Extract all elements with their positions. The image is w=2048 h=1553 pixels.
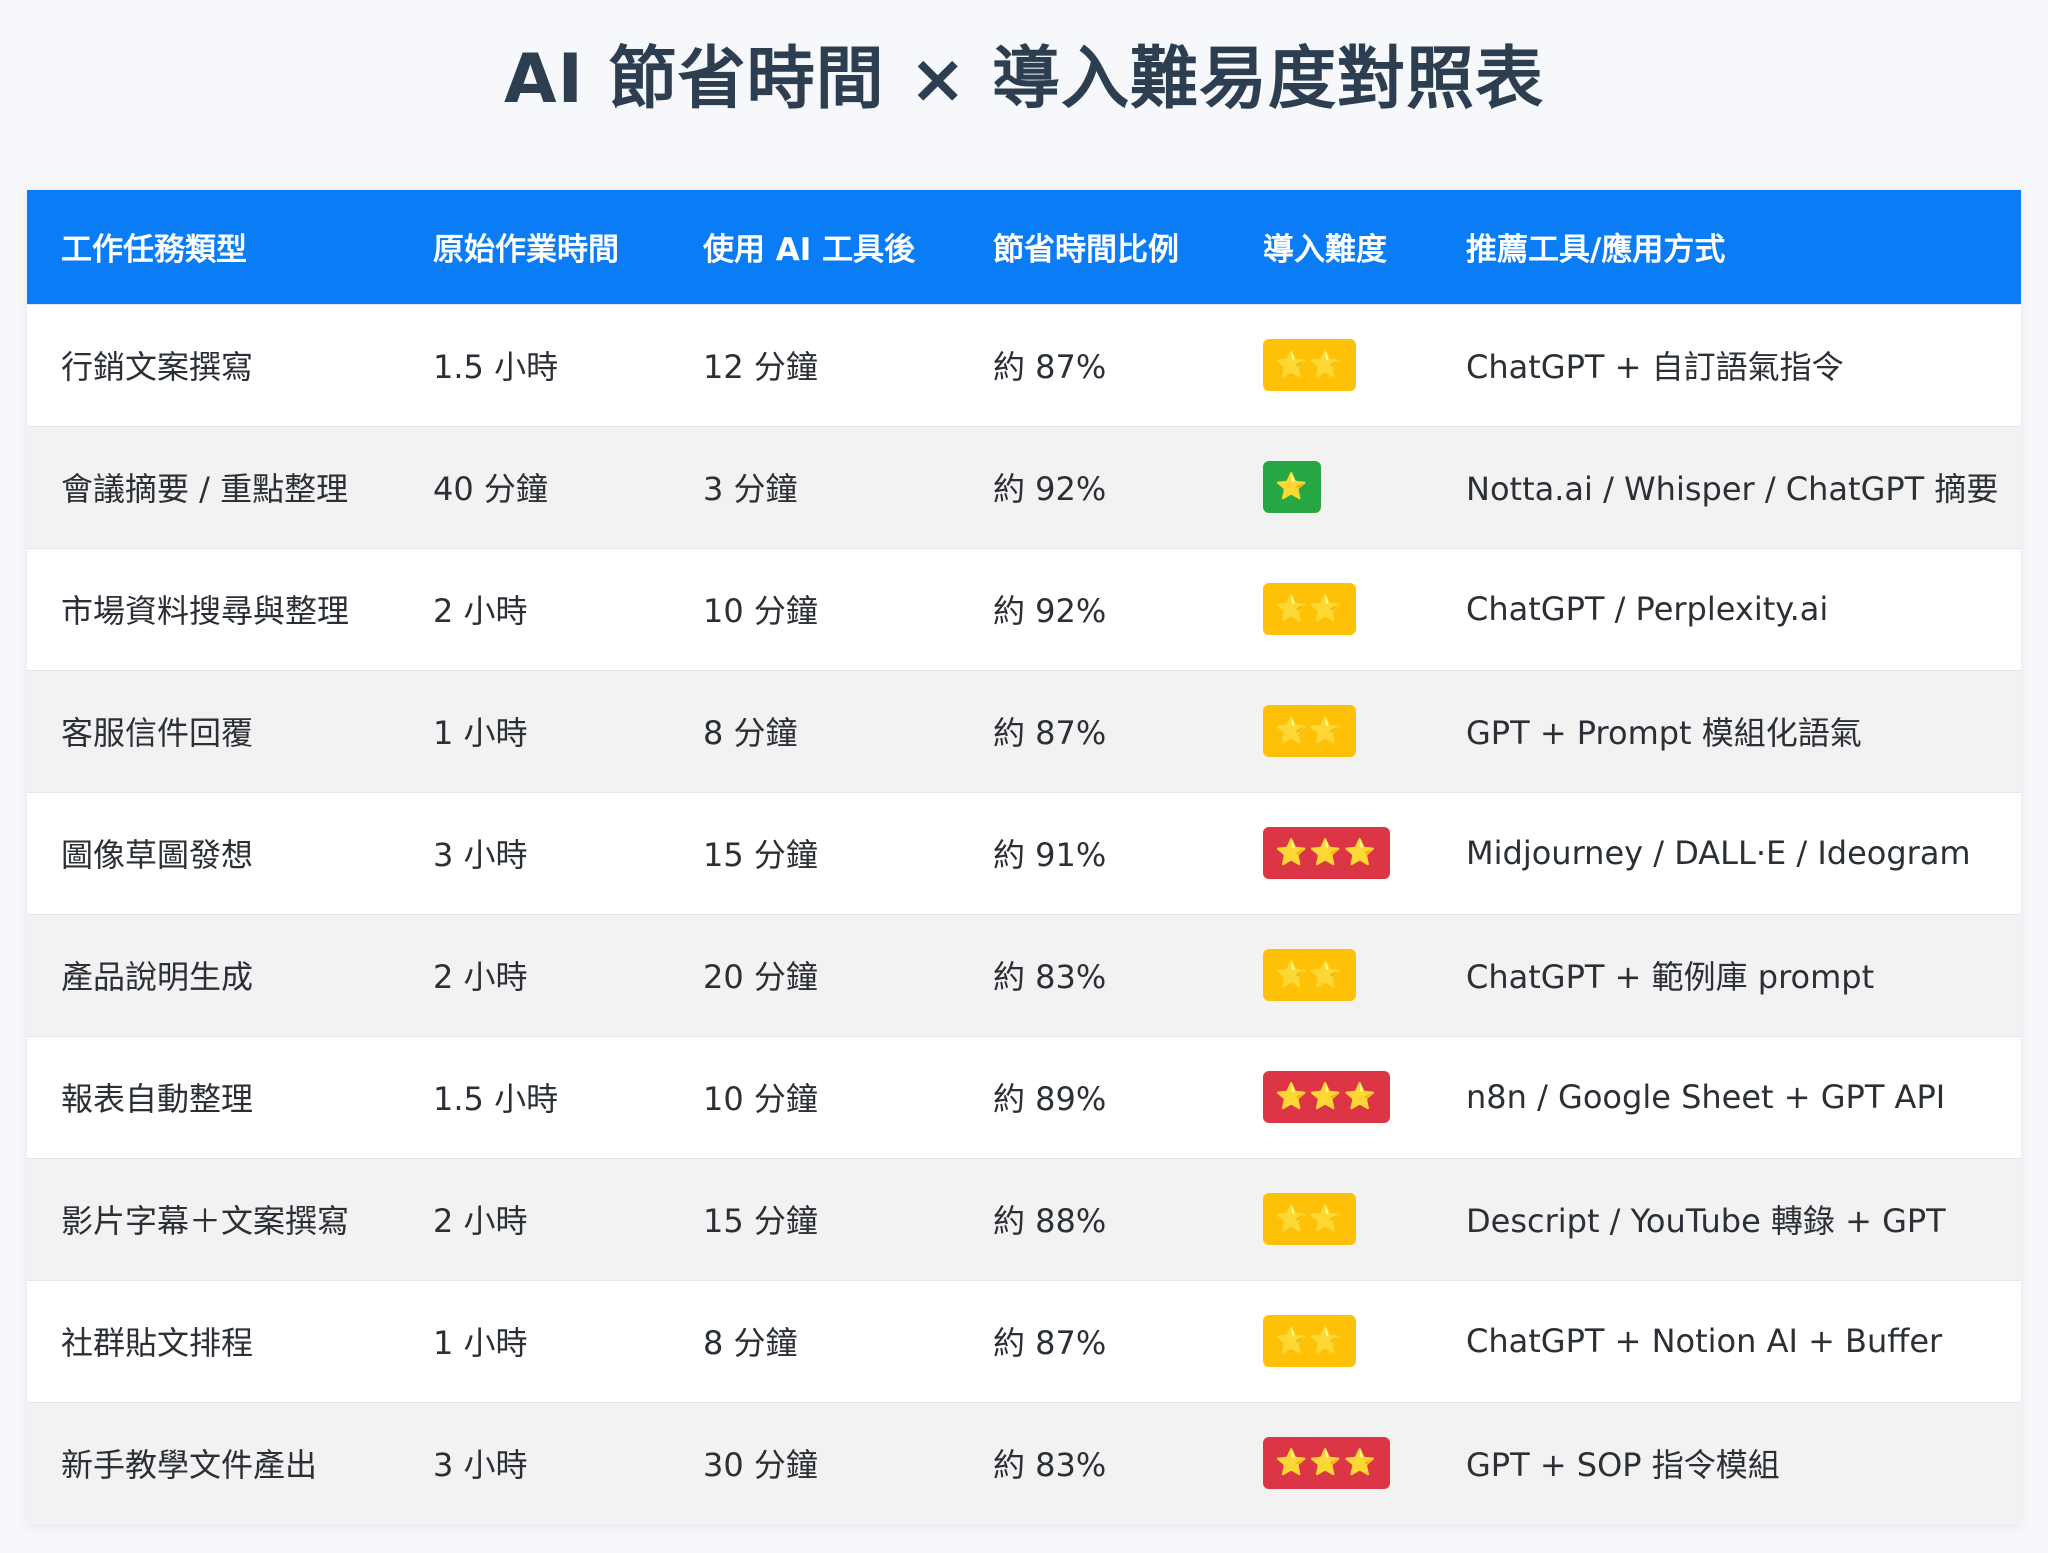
- table-row: 客服信件回覆 1 小時 8 分鐘 約 87% ⭐⭐ GPT + Prompt 模組化語氣: [27, 670, 2021, 792]
- difficulty-badge: ⭐⭐⭐: [1263, 1071, 1391, 1123]
- task-cell: 影片字幕＋文案撰寫: [61, 1202, 350, 1240]
- difficulty-badge: ⭐⭐: [1263, 949, 1356, 1001]
- header-saving-ratio: 節省時間比例: [993, 232, 1179, 269]
- difficulty-badge: ⭐⭐⭐: [1263, 1437, 1391, 1490]
- saving-ratio-cell: 約 92%: [993, 592, 1107, 630]
- after-ai-cell: 20 分鐘: [703, 958, 818, 996]
- table-row: 市場資料搜尋與整理 2 小時 10 分鐘 約 92% ⭐⭐ ChatGPT / Perpl…: [27, 548, 2021, 670]
- saving-ratio-cell: 約 87%: [993, 714, 1107, 752]
- difficulty-cell: ⭐⭐⭐: [1229, 792, 1432, 914]
- table-header: 工作任務類型 原始作業時間 使用 AI 工具後 節省時間比例 導入難度 推薦工具…: [27, 190, 2021, 304]
- task-cell: 圖像草圖發想: [61, 836, 254, 874]
- tools-cell: n8n / Google Sheet + GPT API: [1466, 1078, 1946, 1116]
- original-time-cell: 2 小時: [433, 958, 528, 996]
- tools-cell: ChatGPT + 自訂語氣指令: [1466, 348, 1844, 386]
- difficulty-cell: ⭐⭐: [1229, 670, 1432, 792]
- saving-ratio-cell: 約 83%: [993, 958, 1107, 996]
- tools-cell: ChatGPT + 範例庫 prompt: [1466, 958, 1875, 996]
- tools-cell: GPT + Prompt 模組化語氣: [1466, 714, 1862, 752]
- after-ai-cell: 15 分鐘: [703, 1202, 818, 1240]
- table-row: 社群貼文排程 1 小時 8 分鐘 約 87% ⭐⭐ ChatGPT + Notion AI…: [27, 1280, 2021, 1402]
- after-ai-cell: 8 分鐘: [703, 1324, 798, 1362]
- difficulty-badge: ⭐⭐: [1263, 1315, 1356, 1367]
- difficulty-badge: ⭐⭐: [1263, 1193, 1356, 1245]
- difficulty-cell: ⭐⭐: [1229, 1280, 1432, 1402]
- task-cell: 報表自動整理: [61, 1080, 254, 1118]
- tools-cell: Midjourney / DALL·E / Ideogram: [1466, 834, 1971, 872]
- page-title: AI 節省時間 × 導入難易度對照表: [504, 40, 1544, 119]
- table-body: 行銷文案撰寫 1.5 小時 12 分鐘約 87% ⭐⭐ ChatGPT + 自訂語氣指令…: [27, 304, 2021, 1524]
- comparison-table: 工作任務類型 原始作業時間 使用 AI 工具後 節省時間比例 導入難度 推薦工具…: [27, 190, 2021, 1524]
- header-row: 工作任務類型 原始作業時間 使用 AI 工具後 節省時間比例 導入難度 推薦工具…: [27, 190, 2021, 304]
- difficulty-cell: ⭐⭐: [1229, 548, 1432, 670]
- after-ai-cell: 30 分鐘: [703, 1446, 818, 1485]
- after-ai-cell: 15 分鐘: [703, 836, 818, 874]
- difficulty-cell: ⭐⭐⭐: [1229, 1402, 1432, 1524]
- task-cell: 產品說明生成: [61, 958, 254, 996]
- difficulty-badge: ⭐⭐: [1263, 339, 1356, 391]
- tools-cell: Descript / YouTube 轉錄 + GPT: [1466, 1202, 1946, 1240]
- original-time-cell: 3 小時: [433, 836, 528, 874]
- difficulty-badge: ⭐⭐: [1263, 705, 1356, 757]
- difficulty-cell: ⭐⭐: [1229, 304, 1432, 426]
- table-row: 會議摘要 / 重點整理 40 分鐘 3 分鐘 約 92% ⭐ Notta.ai / Whi…: [27, 426, 2021, 548]
- tools-cell: Notta.ai / Whisper / ChatGPT 摘要: [1466, 470, 1999, 508]
- tools-cell: ChatGPT + Notion AI + Buffer: [1466, 1322, 1943, 1360]
- table-row: 行銷文案撰寫 1.5 小時 12 分鐘 約 87% ⭐⭐ ChatGPT + 自訂語氣指令: [27, 304, 2021, 426]
- header-original-time: 原始作業時間: [433, 232, 619, 269]
- task-cell: 新手教學文件產出: [61, 1446, 318, 1485]
- after-ai-cell: 10 分鐘: [703, 592, 818, 630]
- task-cell: 市場資料搜尋與整理: [61, 592, 350, 630]
- saving-ratio-cell: 約 91%: [993, 836, 1107, 874]
- difficulty-badge: ⭐⭐: [1263, 583, 1356, 635]
- difficulty-badge: ⭐: [1263, 461, 1322, 513]
- tools-cell: GPT + SOP 指令模組: [1466, 1446, 1780, 1485]
- original-time-cell: 1 小時: [433, 1324, 528, 1362]
- table-row: 新手教學文件產出 3 小時 30 分鐘 約 83% ⭐⭐⭐ GPT + SOP 指令模組: [27, 1402, 2021, 1524]
- saving-ratio-cell: 約 87%: [993, 1324, 1107, 1362]
- original-time-cell: 1.5 小時: [433, 348, 559, 386]
- header-task: 工作任務類型: [61, 232, 247, 269]
- difficulty-cell: ⭐: [1229, 426, 1432, 548]
- saving-ratio-cell: 約 88%: [993, 1202, 1107, 1240]
- task-cell: 行銷文案撰寫: [61, 348, 254, 386]
- header-tools: 推薦工具/應用方式: [1466, 232, 1726, 269]
- after-ai-cell: 8 分鐘: [703, 714, 798, 752]
- table-row: 圖像草圖發想 3 小時 15 分鐘 約 91% ⭐⭐⭐ Midjourney / DALL…: [27, 792, 2021, 914]
- task-cell: 社群貼文排程: [61, 1324, 254, 1362]
- task-cell: 客服信件回覆: [61, 714, 254, 752]
- after-ai-cell: 12 分鐘: [703, 348, 818, 386]
- header-after-ai: 使用 AI 工具後: [703, 232, 916, 269]
- difficulty-cell: ⭐⭐⭐: [1229, 1036, 1432, 1158]
- table-row: 產品說明生成 2 小時 20 分鐘 約 83% ⭐⭐ ChatGPT + 範例庫 prom…: [27, 914, 2021, 1036]
- difficulty-cell: ⭐⭐: [1229, 1158, 1432, 1280]
- original-time-cell: 1 小時: [433, 714, 528, 752]
- saving-ratio-cell: 約 92%: [993, 470, 1107, 508]
- original-time-cell: 1.5 小時: [433, 1080, 559, 1118]
- saving-ratio-cell: 約 83%: [993, 1446, 1107, 1485]
- original-time-cell: 2 小時: [433, 1202, 528, 1240]
- after-ai-cell: 10 分鐘: [703, 1080, 818, 1118]
- original-time-cell: 40 分鐘: [433, 470, 548, 508]
- data-table: 工作任務類型 原始作業時間 使用 AI 工具後 節省時間比例 導入難度 推薦工具…: [27, 190, 2021, 1524]
- difficulty-cell: ⭐⭐: [1229, 914, 1432, 1036]
- tools-cell: ChatGPT / Perplexity.ai: [1466, 590, 1829, 628]
- table-row: 影片字幕＋文案撰寫 2 小時 15 分鐘 約 88% ⭐⭐ Descript / YouT…: [27, 1158, 2021, 1280]
- saving-ratio-cell: 約 87%: [993, 348, 1107, 386]
- difficulty-badge: ⭐⭐⭐: [1263, 827, 1391, 879]
- table-row: 報表自動整理 1.5 小時 10 分鐘 約 89% ⭐⭐⭐ n8n / Google Sh…: [27, 1036, 2021, 1158]
- saving-ratio-cell: 約 89%: [993, 1080, 1107, 1118]
- task-cell: 會議摘要 / 重點整理: [61, 470, 349, 508]
- header-difficulty: 導入難度: [1263, 232, 1387, 269]
- original-time-cell: 2 小時: [433, 592, 528, 630]
- original-time-cell: 3 小時: [433, 1446, 528, 1485]
- after-ai-cell: 3 分鐘: [703, 470, 798, 508]
